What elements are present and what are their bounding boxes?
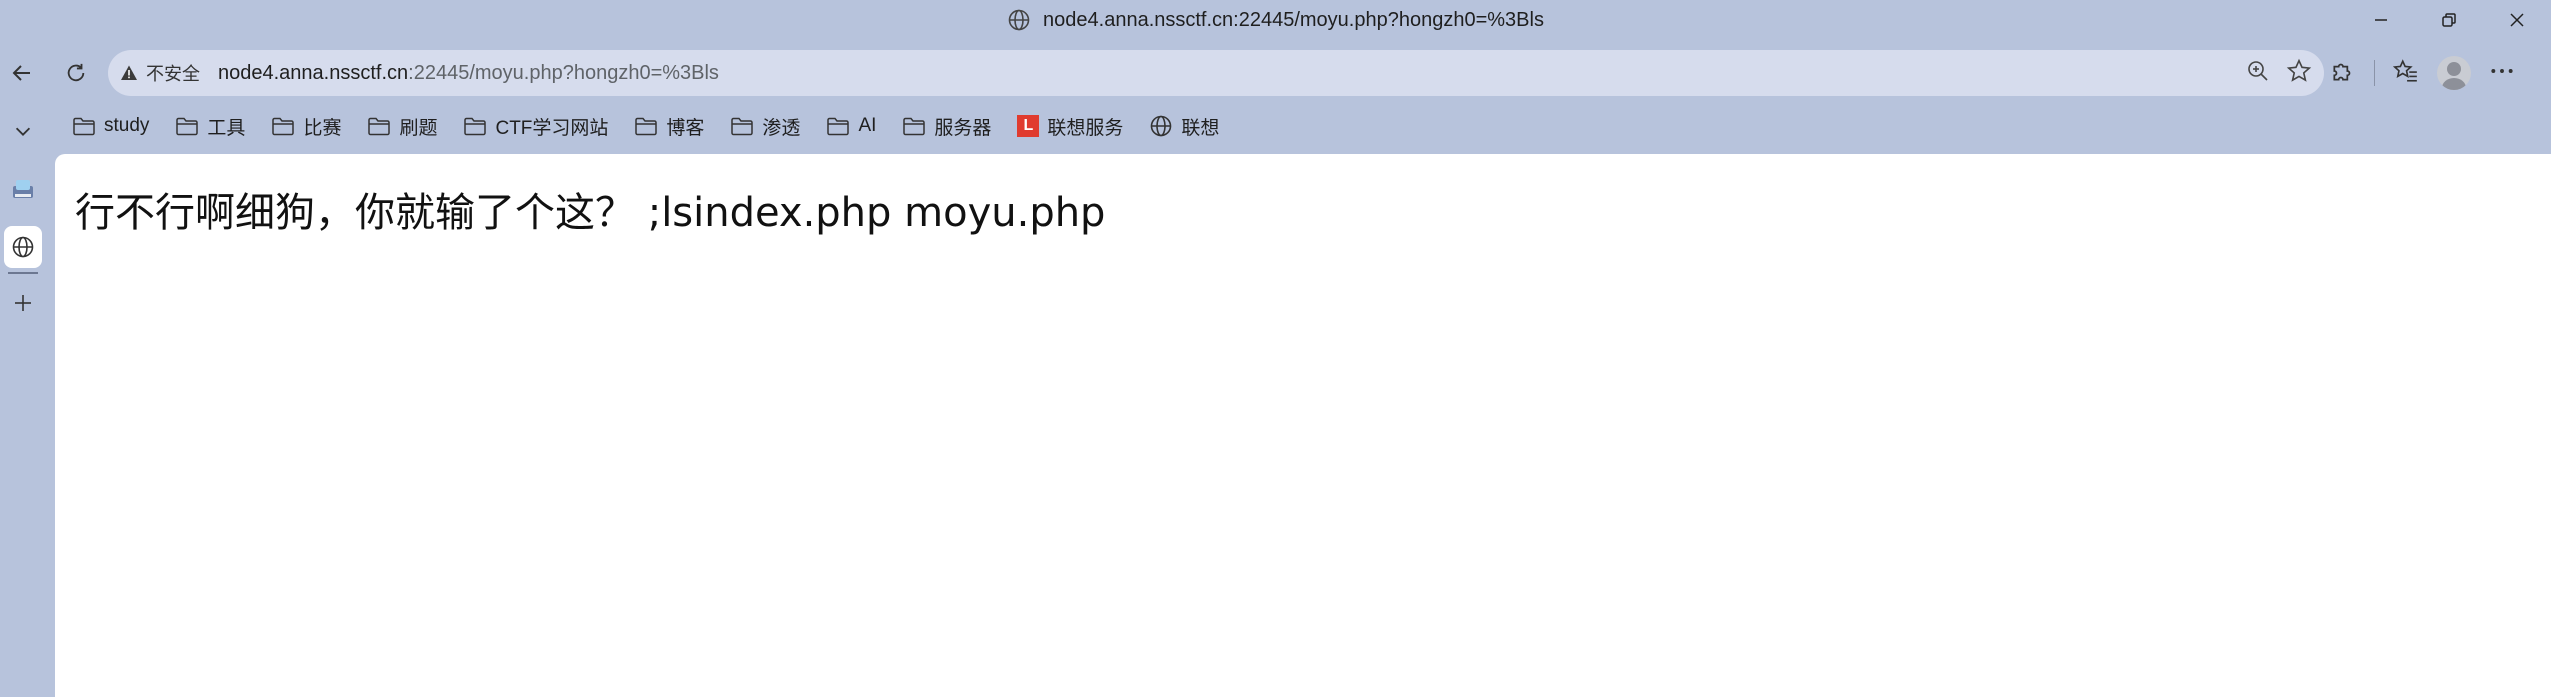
bookmark-label: 工具: [207, 117, 246, 139]
bookmark-label: CTF学习网站: [495, 117, 609, 139]
folder-icon: [73, 117, 95, 136]
warning-icon: [121, 65, 137, 80]
new-tab-button[interactable]: [4, 282, 42, 324]
folder-icon: [368, 117, 391, 136]
bookmark-label: 服务器: [934, 117, 992, 139]
minimize-icon: [2375, 19, 2387, 21]
back-arrow-icon: [12, 65, 30, 81]
security-label: 不安全: [146, 64, 200, 84]
folder-icon: [903, 117, 926, 136]
bookmark-label: AI: [858, 115, 877, 136]
bookmark-folder-practice[interactable]: 刷题: [367, 113, 437, 140]
refresh-icon: [67, 63, 85, 82]
bookmark-label: 博客: [666, 117, 705, 139]
more-menu-icon[interactable]: [2489, 58, 2515, 89]
bookmark-label: 联想服务: [1047, 117, 1124, 139]
bookmark-folder-pentest[interactable]: 渗透: [730, 113, 800, 140]
restore-button[interactable]: [2415, 0, 2483, 40]
profile-avatar[interactable]: [2437, 56, 2471, 90]
address-bar[interactable]: 不安全 node4.anna.nssctf.cn:22445/moyu.php?…: [108, 50, 2324, 96]
plus-icon: [15, 295, 31, 311]
page-output-text: 行不行啊细狗，你就输了个这？ ;lsindex.php moyu.php: [75, 190, 1106, 236]
close-icon: [2510, 13, 2524, 27]
bookmark-folder-tools[interactable]: 工具: [175, 113, 245, 140]
zoom-icon[interactable]: [2246, 59, 2270, 88]
close-button[interactable]: [2483, 0, 2551, 40]
bookmark-folder-study[interactable]: study: [72, 115, 149, 137]
bookmark-lenovo[interactable]: 联想: [1149, 113, 1219, 140]
extensions-icon[interactable]: [2330, 58, 2356, 89]
bookmark-label: 联想: [1181, 117, 1220, 139]
folder-icon: [464, 117, 487, 136]
bookmarks-bar: study 工具 比赛 刷题 CTF学习网站 博客 渗透 AI 服务器 L 联想…: [72, 106, 1219, 146]
title-bar: node4.anna.nssctf.cn:22445/moyu.php?hong…: [0, 0, 2551, 40]
url-host: node4.anna.nssctf.cn: [218, 61, 409, 84]
refresh-button[interactable]: [54, 46, 98, 100]
window-controls: [2347, 0, 2551, 40]
folder-icon: [272, 117, 295, 136]
address-bar-actions: [2246, 50, 2312, 96]
folder-icon: [731, 117, 754, 136]
app-window-icon: [13, 180, 33, 198]
back-button[interactable]: [0, 46, 44, 100]
favorite-star-icon[interactable]: [2286, 58, 2312, 89]
minimize-button[interactable]: [2347, 0, 2415, 40]
folder-icon: [827, 117, 850, 136]
tab-current-page[interactable]: [4, 226, 42, 268]
lenovo-icon: L: [1017, 115, 1040, 137]
bookmark-folder-ctf[interactable]: CTF学习网站: [463, 113, 608, 140]
bookmark-lenovo-service[interactable]: L 联想服务: [1017, 113, 1123, 140]
folder-icon: [635, 117, 658, 136]
url-text[interactable]: node4.anna.nssctf.cn:22445/moyu.php?hong…: [218, 62, 719, 85]
bookmark-label: 渗透: [762, 117, 801, 139]
folder-icon: [176, 117, 199, 136]
bookmark-folder-servers[interactable]: 服务器: [902, 113, 991, 140]
restore-icon: [2442, 13, 2456, 27]
tab-divider: [8, 272, 38, 274]
window-title: node4.anna.nssctf.cn:22445/moyu.php?hong…: [1007, 8, 1544, 32]
tab-app-icon[interactable]: [4, 168, 42, 210]
url-path: :22445/moyu.php?hongzh0=%3Bls: [408, 61, 719, 84]
bookmark-folder-contests[interactable]: 比赛: [271, 113, 341, 140]
bookmark-folder-blog[interactable]: 博客: [634, 113, 704, 140]
toolbar-separator: [2374, 60, 2375, 86]
bookmark-folder-ai[interactable]: AI: [826, 115, 876, 137]
globe-icon: [1007, 8, 1031, 32]
bookmark-label: 比赛: [303, 117, 342, 139]
collapse-tabs-button[interactable]: [4, 110, 42, 152]
browser-window: node4.anna.nssctf.cn:22445/moyu.php?hong…: [0, 0, 2551, 697]
favorites-icon[interactable]: [2392, 58, 2419, 89]
window-title-text: node4.anna.nssctf.cn:22445/moyu.php?hong…: [1043, 8, 1544, 31]
globe-icon: [12, 236, 34, 258]
vertical-tab-strip: [0, 100, 46, 697]
chevron-down-icon: [15, 127, 31, 136]
bookmark-label: 刷题: [399, 117, 438, 139]
bookmark-label: study: [104, 115, 150, 136]
browser-toolbar-icons: [2330, 46, 2515, 100]
page-viewport: 行不行啊细狗，你就输了个这？ ;lsindex.php moyu.php: [55, 154, 2551, 697]
globe-icon: [1151, 115, 1172, 137]
security-indicator[interactable]: 不安全: [120, 60, 200, 86]
address-row: 不安全 node4.anna.nssctf.cn:22445/moyu.php?…: [0, 46, 2551, 100]
